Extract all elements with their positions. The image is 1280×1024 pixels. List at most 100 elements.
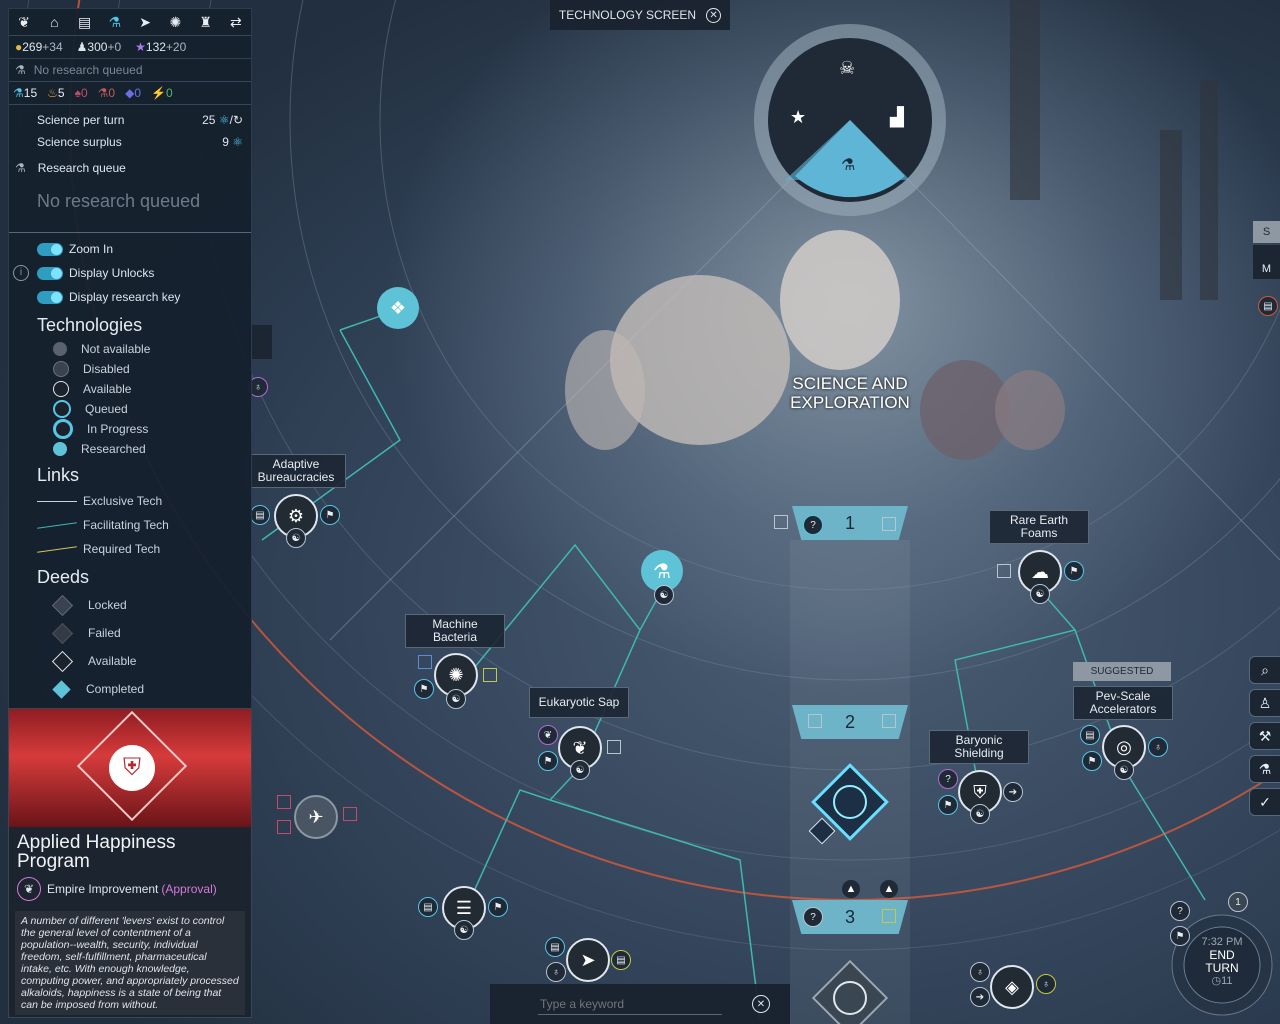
filter-society-button[interactable]: ♙ [1249, 689, 1280, 717]
selected-tech-category: Empire Improvement [47, 882, 159, 896]
tech-label-eukaryotic: Eukaryotic Sap [529, 687, 629, 718]
right-partial-a-label: S [1262, 226, 1271, 238]
cards-tab-icon[interactable]: ▤ [70, 9, 100, 35]
flag-icon: ⚑ [414, 679, 434, 699]
available-marker [53, 381, 69, 397]
filter-search-button[interactable]: ⌕ [1249, 656, 1280, 684]
queue-question-icon: ? [1170, 901, 1190, 921]
arrow-icon: ➔ [970, 987, 990, 1007]
queue-count: 1 [1228, 892, 1248, 912]
selected-tech-category-row: ❦ Empire Improvement (Approval) [9, 871, 251, 907]
info-icon[interactable]: i [13, 265, 29, 281]
count-science: ⚗15 [13, 86, 38, 100]
money-resource: ●269+34 [15, 40, 63, 54]
science-icon: ⚛ [218, 113, 230, 127]
influence-value: 300 [87, 40, 108, 54]
end-turn-button[interactable]: 7:32 PM END TURN ◷11 [1186, 936, 1258, 988]
expansion-tab-icon[interactable]: ➤ [130, 9, 160, 35]
research-queue-title: Research queue [37, 161, 126, 175]
counts-row: ⚗15 ♨5 ♠0 ⚗0 ◆0 ⚡0 [9, 82, 251, 105]
handshake-tab-icon[interactable]: ⇄ [221, 9, 251, 35]
legend-researched: Researched [9, 439, 251, 459]
failed-marker [51, 622, 74, 644]
flag-icon: ⚑ [1082, 751, 1102, 771]
unlock-square [483, 668, 497, 682]
city-icon: ▤ [418, 897, 438, 917]
science-per-turn-label: Science per turn [37, 113, 125, 127]
right-partial-a[interactable]: S [1253, 221, 1280, 243]
military-icon[interactable]: ☠ [839, 58, 855, 79]
trophy-tab-icon[interactable]: ♜ [191, 9, 221, 35]
tech-node-lower-2[interactable]: ➤ [566, 938, 610, 982]
city-icon: ▤ [1080, 725, 1100, 745]
flask-icon: ⚗ [15, 161, 26, 175]
science-icon[interactable]: ⚗ [841, 155, 855, 175]
unlock-square [774, 515, 788, 529]
filter-tools-button[interactable]: ⚒ [1249, 722, 1280, 750]
research-value: 132 [145, 40, 166, 54]
count-industry: ♨5 [47, 86, 65, 100]
disabled-marker [53, 361, 69, 377]
city-icon: ▤ [250, 505, 270, 525]
unlock-square [277, 795, 291, 809]
search-bar: ✕ [490, 984, 790, 1024]
science-tab-icon[interactable]: ⚗ [100, 9, 130, 35]
laurel-tab-icon[interactable]: ❦ [9, 9, 39, 35]
empire-tab-icon[interactable]: ⌂ [39, 9, 69, 35]
settings-tab-icon[interactable]: ✺ [160, 9, 190, 35]
balance-icon: ☯ [654, 585, 674, 605]
tier-2-label: 2 [844, 711, 855, 732]
society-icon[interactable]: ★ [790, 107, 806, 128]
suggested-badge: SUGGESTED [1073, 662, 1171, 681]
resource-row: ●269+34 ♟300+0 ★132+20 [9, 36, 251, 59]
science-surplus-row: Science surplus 9 ⚛ [9, 131, 251, 153]
category-tabs: ❦ ⌂ ▤ ⚗ ➤ ✺ ♜ ⇄ [9, 9, 251, 36]
economy-icon[interactable]: ▟ [890, 107, 904, 128]
selected-tech-title: Applied Happiness Program [17, 832, 176, 872]
display-research-key-switch[interactable] [37, 290, 63, 304]
count-tech: ◆0 [125, 86, 142, 100]
display-unlocks-switch[interactable] [37, 266, 63, 280]
legend-completed-label: Completed [86, 682, 145, 696]
toggle-zoom-in[interactable]: Zoom In [9, 237, 251, 261]
legend-available-label: Available [83, 382, 132, 396]
research-resource: ★132+20 [135, 40, 186, 54]
unlock-square [882, 909, 896, 923]
legend-facilitating: Facilitating Tech [9, 513, 251, 537]
flag-icon: ⚑ [938, 795, 958, 815]
queue-status: ⚗ No research queued [9, 59, 251, 82]
count-influence: ♠0 [74, 86, 88, 100]
tech-node-left-1[interactable]: ✈ [294, 795, 338, 839]
balance-icon: ☯ [1114, 760, 1134, 780]
selected-tech-description: A number of different 'levers' exist to … [15, 911, 245, 1015]
completed-marker [52, 679, 71, 699]
legend-required-label: Required Tech [83, 542, 161, 556]
queue-count-value: 1 [1235, 896, 1241, 908]
right-partial-b[interactable]: M [1253, 245, 1280, 279]
exclusive-line [37, 500, 77, 502]
research-side-panel: ❦ ⌂ ▤ ⚗ ➤ ✺ ♜ ⇄ ●269+34 ♟300+0 ★132+20 ⚗… [8, 8, 252, 710]
zoom-in-switch[interactable] [37, 242, 63, 256]
question-icon: ? [803, 515, 823, 535]
close-icon[interactable]: ✕ [706, 7, 722, 23]
tech-label-rare-earth: Rare Earth Foams [989, 510, 1089, 544]
count-science-value: 15 [23, 86, 38, 100]
filter-expansion-button[interactable]: ✓ [1249, 788, 1280, 816]
count-influence-value: 0 [80, 86, 88, 100]
legend-available: Available [9, 379, 251, 399]
toggle-display-research-key[interactable]: Display research key [9, 285, 251, 309]
flask-icon: ⚗ [15, 63, 26, 77]
tech-node-researched-social[interactable]: ❖ [377, 287, 419, 329]
toggle-display-unlocks[interactable]: i Display Unlocks [9, 261, 251, 285]
unlock-square [808, 714, 822, 728]
tech-node-lower-3[interactable]: ◈ [990, 965, 1034, 1009]
filter-science-button[interactable]: ⚗ [1249, 755, 1280, 783]
search-input[interactable] [538, 994, 722, 1015]
lock-icon: ▲ [842, 880, 860, 898]
question-icon: ? [938, 769, 958, 789]
clear-search-icon[interactable]: ✕ [752, 995, 770, 1013]
research-queue-title-row: ⚗ Research queue [9, 157, 251, 179]
science-per-turn-row: Science per turn 25 ⚛/↻ [9, 109, 251, 131]
legend-completed: Completed [9, 675, 251, 703]
queued-marker [53, 400, 71, 418]
